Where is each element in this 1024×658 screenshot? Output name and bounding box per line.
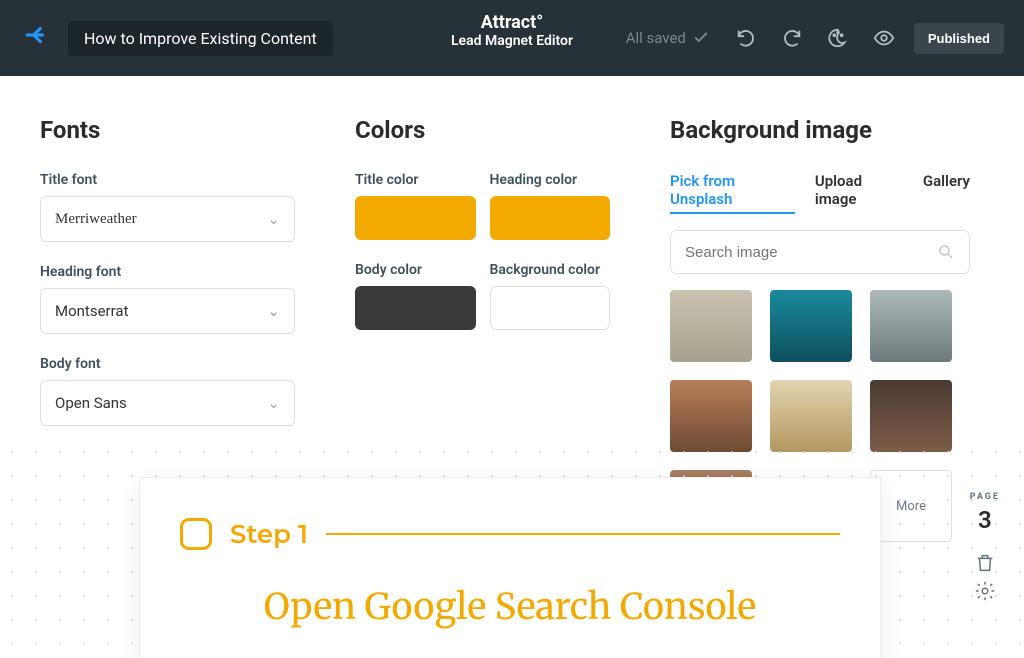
- search-icon: [937, 243, 955, 261]
- brand-block: Attract° Lead Magnet Editor: [451, 12, 573, 49]
- heading-font-select[interactable]: Montserrat ⌄: [40, 288, 295, 334]
- brand-subtitle: Lead Magnet Editor: [451, 33, 573, 49]
- heading-font-label: Heading font: [40, 264, 295, 280]
- page-canvas[interactable]: Step 1 Open Google Search Console: [140, 478, 880, 658]
- preview-button[interactable]: [868, 22, 900, 54]
- step-heading[interactable]: Open Google Search Console: [180, 584, 840, 629]
- colors-section: Colors Title color Heading color Body co…: [355, 116, 610, 330]
- bg-heading: Background image: [670, 116, 970, 144]
- redo-button[interactable]: [776, 22, 808, 54]
- delete-page-button[interactable]: [974, 552, 996, 574]
- page-label: PAGE: [970, 492, 1000, 502]
- step-label[interactable]: Step 1: [230, 518, 308, 550]
- page-settings-button[interactable]: [974, 580, 996, 602]
- body-font-select[interactable]: Open Sans ⌄: [40, 380, 295, 426]
- theme-button[interactable]: [822, 22, 854, 54]
- step-row: Step 1: [180, 518, 840, 550]
- bg-search[interactable]: [670, 230, 970, 274]
- published-button[interactable]: Published: [914, 23, 1004, 54]
- title-font-label: Title font: [40, 172, 295, 188]
- title-color-swatch[interactable]: [355, 196, 476, 240]
- chevron-down-icon: ⌄: [267, 302, 280, 320]
- title-font-select[interactable]: Merriweather ⌄: [40, 196, 295, 242]
- bg-thumb[interactable]: [770, 290, 852, 362]
- tab-unsplash[interactable]: Pick from Unsplash: [670, 172, 795, 214]
- bg-thumb[interactable]: [870, 290, 952, 362]
- title-color-label: Title color: [355, 172, 476, 188]
- app-header: How to Improve Existing Content Attract°…: [0, 0, 1024, 76]
- body-color-label: Body color: [355, 262, 476, 278]
- colors-heading: Colors: [355, 116, 610, 144]
- page-number: 3: [970, 506, 1000, 534]
- background-color-swatch[interactable]: [490, 286, 611, 330]
- body-font-label: Body font: [40, 356, 295, 372]
- step-divider: [326, 533, 840, 535]
- bg-tabs: Pick from Unsplash Upload image Gallery: [670, 172, 970, 214]
- fonts-section: Fonts Title font Merriweather ⌄ Heading …: [40, 116, 295, 448]
- undo-button[interactable]: [730, 22, 762, 54]
- body-color-swatch[interactable]: [355, 286, 476, 330]
- tab-upload[interactable]: Upload image: [815, 172, 903, 214]
- save-status: All saved: [626, 29, 710, 47]
- heading-color-swatch[interactable]: [490, 196, 611, 240]
- body-font-value: Open Sans: [55, 394, 127, 412]
- background-color-label: Background color: [490, 262, 611, 278]
- page-sidebar: PAGE 3: [970, 492, 1000, 608]
- tab-gallery[interactable]: Gallery: [923, 172, 970, 214]
- chevron-down-icon: ⌄: [267, 210, 280, 228]
- checkmark-icon: [692, 29, 710, 47]
- back-button[interactable]: [20, 18, 54, 59]
- heading-font-value: Montserrat: [55, 302, 128, 320]
- bg-thumb[interactable]: [670, 290, 752, 362]
- fonts-heading: Fonts: [40, 116, 295, 144]
- step-checkbox[interactable]: [180, 518, 212, 550]
- title-font-value: Merriweather: [55, 211, 137, 228]
- brand-name: Attract°: [451, 12, 573, 33]
- heading-color-label: Heading color: [490, 172, 611, 188]
- bg-search-input[interactable]: [685, 244, 937, 261]
- chevron-down-icon: ⌄: [267, 394, 280, 412]
- save-status-label: All saved: [626, 29, 686, 47]
- document-title-input[interactable]: How to Improve Existing Content: [68, 21, 333, 56]
